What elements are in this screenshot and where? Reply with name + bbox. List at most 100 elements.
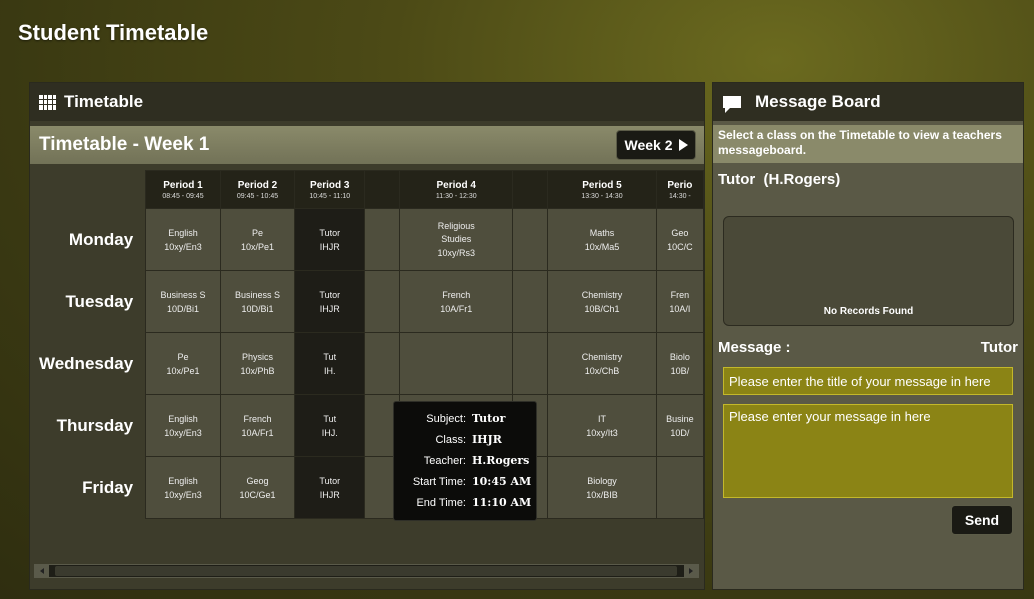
class-cell[interactable]: Tut IH. <box>294 332 366 395</box>
corner-cell <box>30 171 146 209</box>
period-name: Period 3 <box>310 179 350 191</box>
class-code: 10D/Bi1 <box>241 303 274 314</box>
class-cell[interactable]: Maths 10x/Ma5 <box>547 208 657 271</box>
period-header <box>512 170 549 209</box>
scroll-right-button[interactable] <box>684 565 698 577</box>
class-cell[interactable]: Tutor IHJR <box>294 270 366 333</box>
send-button[interactable]: Send <box>951 505 1013 535</box>
table-row: Wednesday Pe 10x/Pe1 Physics 10x/PhB Tut IH. Ch… <box>30 332 704 395</box>
class-cell[interactable]: Biolo 10B/ <box>655 332 704 395</box>
class-code: 10D/Bi1 <box>166 303 199 314</box>
class-code: 10A/Fr1 <box>440 303 473 314</box>
class-cell[interactable]: Geog 10C/Ge1 <box>219 456 296 519</box>
class-cell[interactable]: French 10A/Fr1 <box>219 394 296 457</box>
tooltip-subject-label: Subject: <box>426 412 466 425</box>
class-code: IHJR <box>319 489 340 500</box>
scroll-left-button[interactable] <box>35 565 49 577</box>
next-week-button[interactable]: Week 2 <box>616 130 696 160</box>
tooltip-start-label: Start Time: <box>412 475 466 488</box>
class-code: 10xy/It3 <box>586 427 618 438</box>
tooltip-class: IHJR <box>472 433 502 446</box>
message-title-input[interactable] <box>723 367 1013 395</box>
class-cell[interactable]: French 10A/Fr1 <box>399 270 514 333</box>
class-subject: Chemistry <box>581 289 623 300</box>
class-cell[interactable]: Tut IHJ. <box>294 394 366 457</box>
class-subject: Tutor <box>319 289 341 300</box>
period-time: 14:30 - <box>668 192 691 200</box>
class-subject: Tutor <box>319 227 341 238</box>
class-cell[interactable]: Busine 10D/ <box>655 394 704 457</box>
class-cell[interactable]: English 10xy/En3 <box>145 394 221 457</box>
class-code: 10x/Pe1 <box>240 241 274 252</box>
class-cell[interactable]: Tutor IHJR <box>294 456 366 519</box>
period-header <box>364 170 401 209</box>
period-header: Period 4 11:30 - 12:30 <box>399 170 514 209</box>
tooltip-class-label: Class: <box>435 433 466 446</box>
grid-icon <box>39 94 56 110</box>
period-time: 09:45 - 10:45 <box>236 192 279 200</box>
empty-slot <box>512 208 549 271</box>
class-cell[interactable]: Tutor IHJR <box>294 208 366 271</box>
class-cell[interactable]: Biology 10x/BIB <box>547 456 657 519</box>
tooltip-teacher-label: Teacher: <box>423 454 466 467</box>
class-subject: Geo <box>671 227 689 238</box>
timetable-panel: Timetable Timetable - Week 1 Week 2 Peri… <box>29 82 705 590</box>
day-label: Friday <box>82 477 134 497</box>
class-subject: Pe <box>251 227 263 238</box>
message-board-title: Message Board <box>755 92 881 111</box>
empty-slot <box>364 270 401 333</box>
empty-slot <box>364 332 401 395</box>
class-cell[interactable]: Pe 10x/Pe1 <box>219 208 296 271</box>
class-cell[interactable]: IT 10xy/It3 <box>547 394 657 457</box>
scrollbar-thumb[interactable] <box>55 566 677 576</box>
period-name: Period 4 <box>436 179 476 191</box>
class-code: IHJR <box>319 241 340 252</box>
table-row: Thursday English 10xy/En3 French 10A/Fr1 Tut I… <box>30 394 704 457</box>
records-list: No Records Found <box>723 216 1014 326</box>
period-time: 10:45 - 11:10 <box>309 192 351 200</box>
table-row: Friday English 10xy/En3 Geog 10C/Ge1 Tutor IHJ… <box>30 456 704 519</box>
class-cell[interactable]: Business S 10D/Bi1 <box>145 270 221 333</box>
timetable-grid-viewport[interactable]: Period 1 08:45 - 09:45 Period 2 09:45 - 10:… <box>30 170 704 560</box>
empty-slot <box>655 456 704 519</box>
class-code: IH. <box>324 365 336 376</box>
class-subject: Business S <box>160 289 206 300</box>
class-subject: Busine <box>666 413 694 424</box>
message-body-input[interactable] <box>723 404 1013 498</box>
message-board-panel: Message Board Select a class on the Time… <box>712 82 1024 590</box>
class-cell[interactable]: Chemistry 10B/Ch1 <box>547 270 657 333</box>
class-subject: Geog <box>246 475 269 486</box>
period-header: Period 3 10:45 - 11:10 <box>294 170 366 209</box>
class-subject: Pe <box>177 351 189 362</box>
class-cell[interactable]: Physics 10x/PhB <box>219 332 296 395</box>
class-subject: French <box>243 413 272 424</box>
timetable-header-title: Timetable <box>64 92 144 111</box>
empty-slot <box>364 208 401 271</box>
period-name: Period 5 <box>582 179 622 191</box>
arrow-right-icon <box>689 568 693 574</box>
play-arrow-icon <box>678 139 688 151</box>
class-subject: French <box>442 289 471 300</box>
class-cell[interactable]: Business S 10D/Bi1 <box>219 270 296 333</box>
class-code: 10x/Pe1 <box>166 365 200 376</box>
class-cell[interactable]: Fren 10A/I <box>655 270 704 333</box>
class-cell[interactable]: Geo 10C/C <box>655 208 704 271</box>
class-cell[interactable]: Religious Studies 10xy/Rs3 <box>399 208 514 271</box>
class-cell[interactable]: Pe 10x/Pe1 <box>145 332 221 395</box>
class-cell[interactable]: English 10xy/En3 <box>145 456 221 519</box>
class-subject: Fren <box>670 289 690 300</box>
class-code: 10B/Ch1 <box>584 303 620 314</box>
tooltip-subject: Tutor <box>472 412 506 425</box>
horizontal-scrollbar[interactable] <box>34 564 699 578</box>
message-board-hint: Select a class on the Timetable to view … <box>713 125 1023 163</box>
class-subject: English <box>168 413 198 424</box>
class-code: 10xy/En3 <box>164 241 202 252</box>
class-code: 10xy/En3 <box>164 427 202 438</box>
period-name: Period 1 <box>163 179 203 191</box>
class-cell[interactable]: English 10xy/En3 <box>145 208 221 271</box>
class-code: 10D/ <box>670 427 690 438</box>
class-subject: Religious Studies <box>437 220 475 244</box>
class-cell[interactable]: Chemistry 10x/ChB <box>547 332 657 395</box>
empty-slot <box>512 332 549 395</box>
table-row: Monday English 10xy/En3 Pe 10x/Pe1 Tutor IHJR R… <box>30 208 704 271</box>
